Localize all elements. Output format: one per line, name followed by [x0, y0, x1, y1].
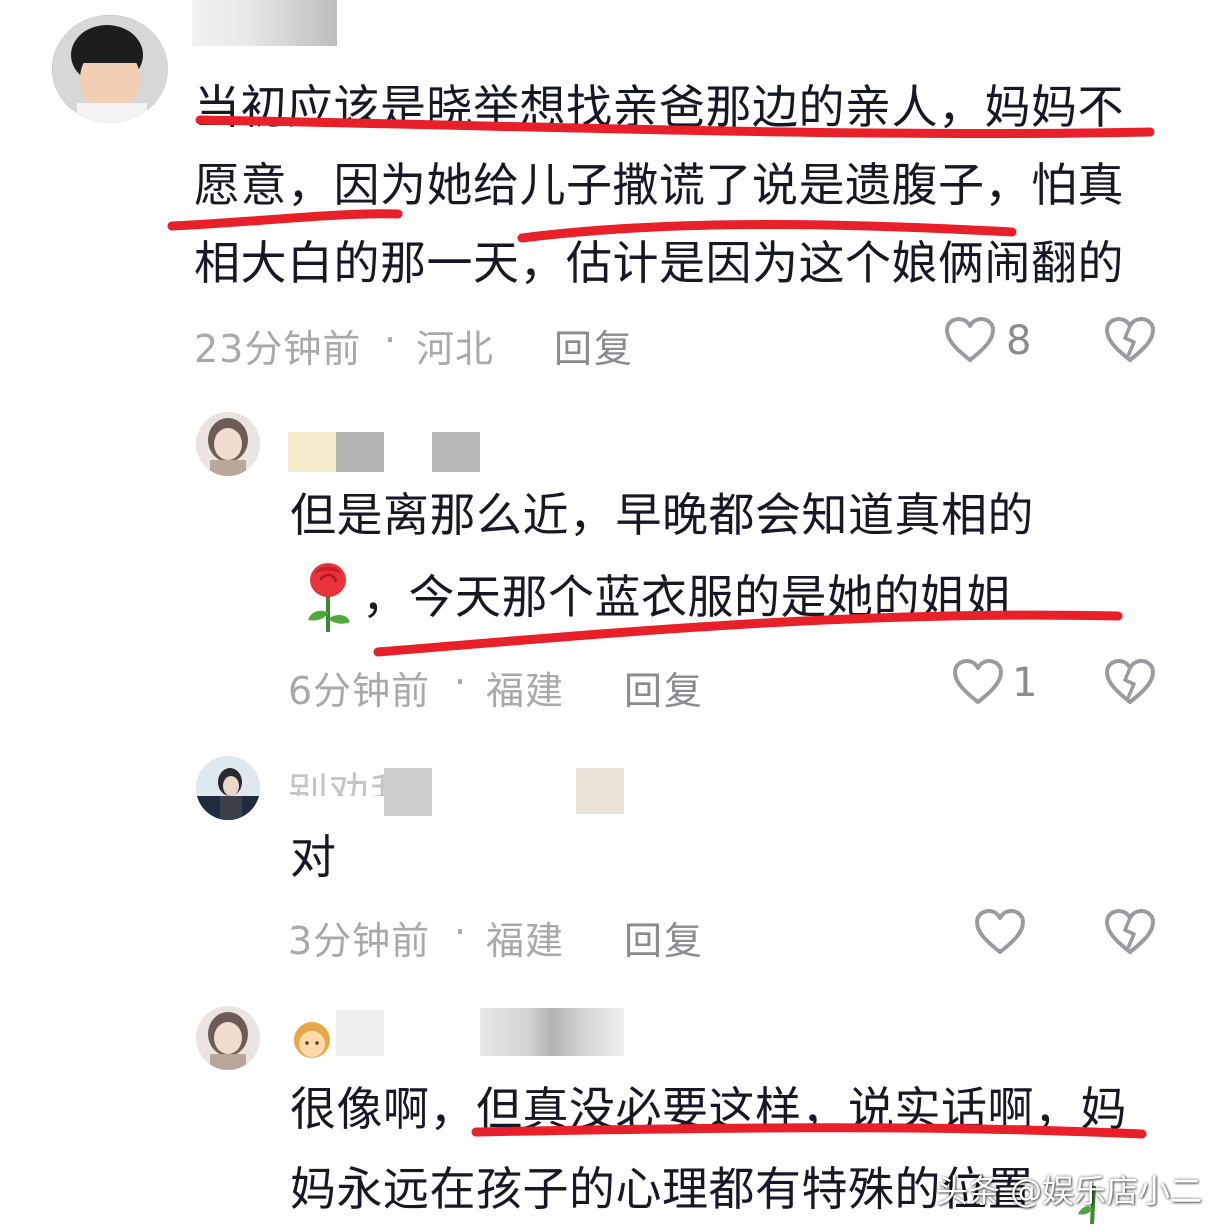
avatar[interactable]: [196, 412, 260, 476]
broken-heart-icon[interactable]: [1104, 908, 1156, 958]
heart-outline-icon[interactable]: [974, 908, 1026, 958]
heart-outline-icon[interactable]: [944, 316, 996, 366]
comment-time: 3分钟前: [288, 919, 431, 963]
username-redacted: [576, 768, 624, 814]
meta-separator: ·: [454, 910, 468, 954]
comment-location: 河北: [416, 327, 495, 371]
rose-emoji-icon: [308, 563, 350, 632]
username-redacted: [336, 1010, 384, 1056]
comment-location: 福建: [486, 919, 565, 963]
comment-text-line: 当初应该是晓举想找亲爸那边的亲人，妈妈不: [194, 80, 1124, 134]
avatar[interactable]: [196, 756, 260, 820]
comment-location: 福建: [486, 669, 565, 713]
meta-separator: ·: [384, 318, 398, 362]
comment-text-line: 妈永远在孩子的心理都有特殊的位置: [290, 1162, 1034, 1216]
comment-text-line: ，今天那个蓝衣服的是她的姐姐: [362, 570, 1013, 624]
reply-button[interactable]: 回复: [624, 910, 704, 965]
comment-text-line: 相大白的那一天，估计是因为这个娘俩闹翻的: [194, 236, 1124, 290]
comment-time: 6分钟前: [288, 669, 431, 713]
username-redacted: [432, 432, 480, 472]
username-redacted: [288, 432, 336, 472]
comment-text-line: 但是离那么近，早晚都会知道真相的: [290, 488, 1034, 542]
username-redacted: [336, 432, 384, 472]
reply-button[interactable]: 回复: [624, 660, 704, 715]
username-redacted: [192, 0, 337, 46]
avatar[interactable]: [196, 1006, 260, 1070]
username-redacted: [480, 1008, 624, 1056]
broken-heart-icon[interactable]: [1104, 316, 1156, 366]
heart-outline-icon[interactable]: [952, 658, 1004, 708]
avatar[interactable]: [52, 15, 168, 123]
comment-time: 23分钟前: [194, 327, 362, 371]
comment-text-line: 很像啊，但真没必要这样，说实话啊，妈: [290, 1082, 1127, 1136]
watermark: 头条 @娱乐店小二: [936, 1172, 1203, 1210]
like-count: 8: [1006, 318, 1032, 364]
comment-text-line: 对: [290, 830, 337, 884]
girl-emoji-icon: [294, 1022, 330, 1058]
comment-text-line: 愿意，因为她给儿子撒谎了说是遗腹子，怕真: [194, 158, 1124, 212]
like-count: 1: [1012, 660, 1038, 706]
reply-button[interactable]: 回复: [554, 318, 634, 373]
username-redacted: [384, 768, 432, 816]
meta-separator: ·: [454, 660, 468, 704]
broken-heart-icon[interactable]: [1104, 658, 1156, 708]
